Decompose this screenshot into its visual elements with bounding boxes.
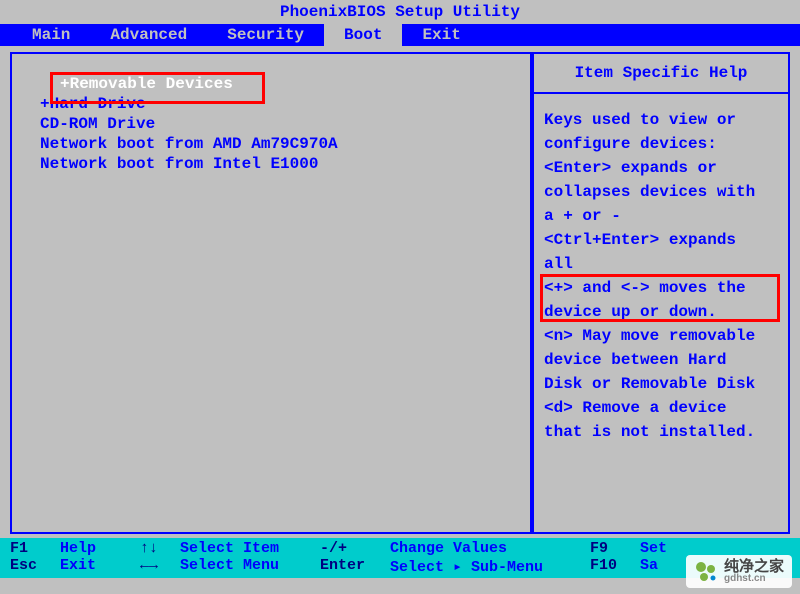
help-line: all [544,252,778,276]
key-updown: ↑↓ [140,540,180,557]
app-title: PhoenixBIOS Setup Utility [280,3,520,21]
menu-main[interactable]: Main [12,24,90,46]
key-label-select-menu: Select Menu [180,557,320,576]
help-line: <n> May move removable [544,324,778,348]
boot-item-cdrom[interactable]: CD-ROM Drive [40,114,522,134]
watermark-text: 纯净之家 [724,559,784,574]
key-label-help: Help [60,540,140,557]
menu-bar: Main Advanced Security Boot Exit [0,24,800,46]
key-f1: F1 [10,540,60,557]
help-line: Disk or Removable Disk [544,372,778,396]
help-line: Keys used to view or [544,108,778,132]
menu-exit[interactable]: Exit [402,24,480,46]
annotation-highlight [540,274,780,322]
key-plusminus: -/+ [320,540,390,557]
help-body: Keys used to view or configure devices: … [534,94,788,458]
key-label-select-submenu: Select ▸ Sub-Menu [390,557,590,576]
key-f10: F10 [590,557,640,576]
main-area: +Removable Devices +Hard Drive CD-ROM Dr… [0,46,800,538]
key-esc: Esc [10,557,60,576]
help-line: device between Hard [544,348,778,372]
footer-keyhelp: F1 Help ↑↓ Select Item -/+ Change Values… [0,538,800,578]
annotation-highlight [50,72,265,104]
key-label-exit: Exit [60,557,140,576]
help-line: collapses devices with [544,180,778,204]
key-label-select-item: Select Item [180,540,320,557]
watermark-url: gdhst.cn [724,574,784,584]
watermark: 纯净之家 gdhst.cn [686,555,792,588]
key-label-change-values: Change Values [390,540,590,557]
help-title: Item Specific Help [534,54,788,94]
boot-item-net-intel[interactable]: Network boot from Intel E1000 [40,154,522,174]
menu-boot[interactable]: Boot [324,24,402,46]
help-panel: Item Specific Help Keys used to view or … [532,52,790,534]
menu-security[interactable]: Security [207,24,324,46]
help-line: <Ctrl+Enter> expands [544,228,778,252]
help-line: that is not installed. [544,420,778,444]
key-leftright: ←→ [140,557,180,576]
boot-order-panel: +Removable Devices +Hard Drive CD-ROM Dr… [10,52,532,534]
help-line: <Enter> expands or [544,156,778,180]
watermark-logo-icon [694,560,718,584]
help-line: a + or - [544,204,778,228]
key-enter: Enter [320,557,390,576]
help-line: <d> Remove a device [544,396,778,420]
boot-item-net-amd[interactable]: Network boot from AMD Am79C970A [40,134,522,154]
title-bar: PhoenixBIOS Setup Utility [0,0,800,24]
key-f9: F9 [590,540,640,557]
help-line: configure devices: [544,132,778,156]
menu-advanced[interactable]: Advanced [90,24,207,46]
